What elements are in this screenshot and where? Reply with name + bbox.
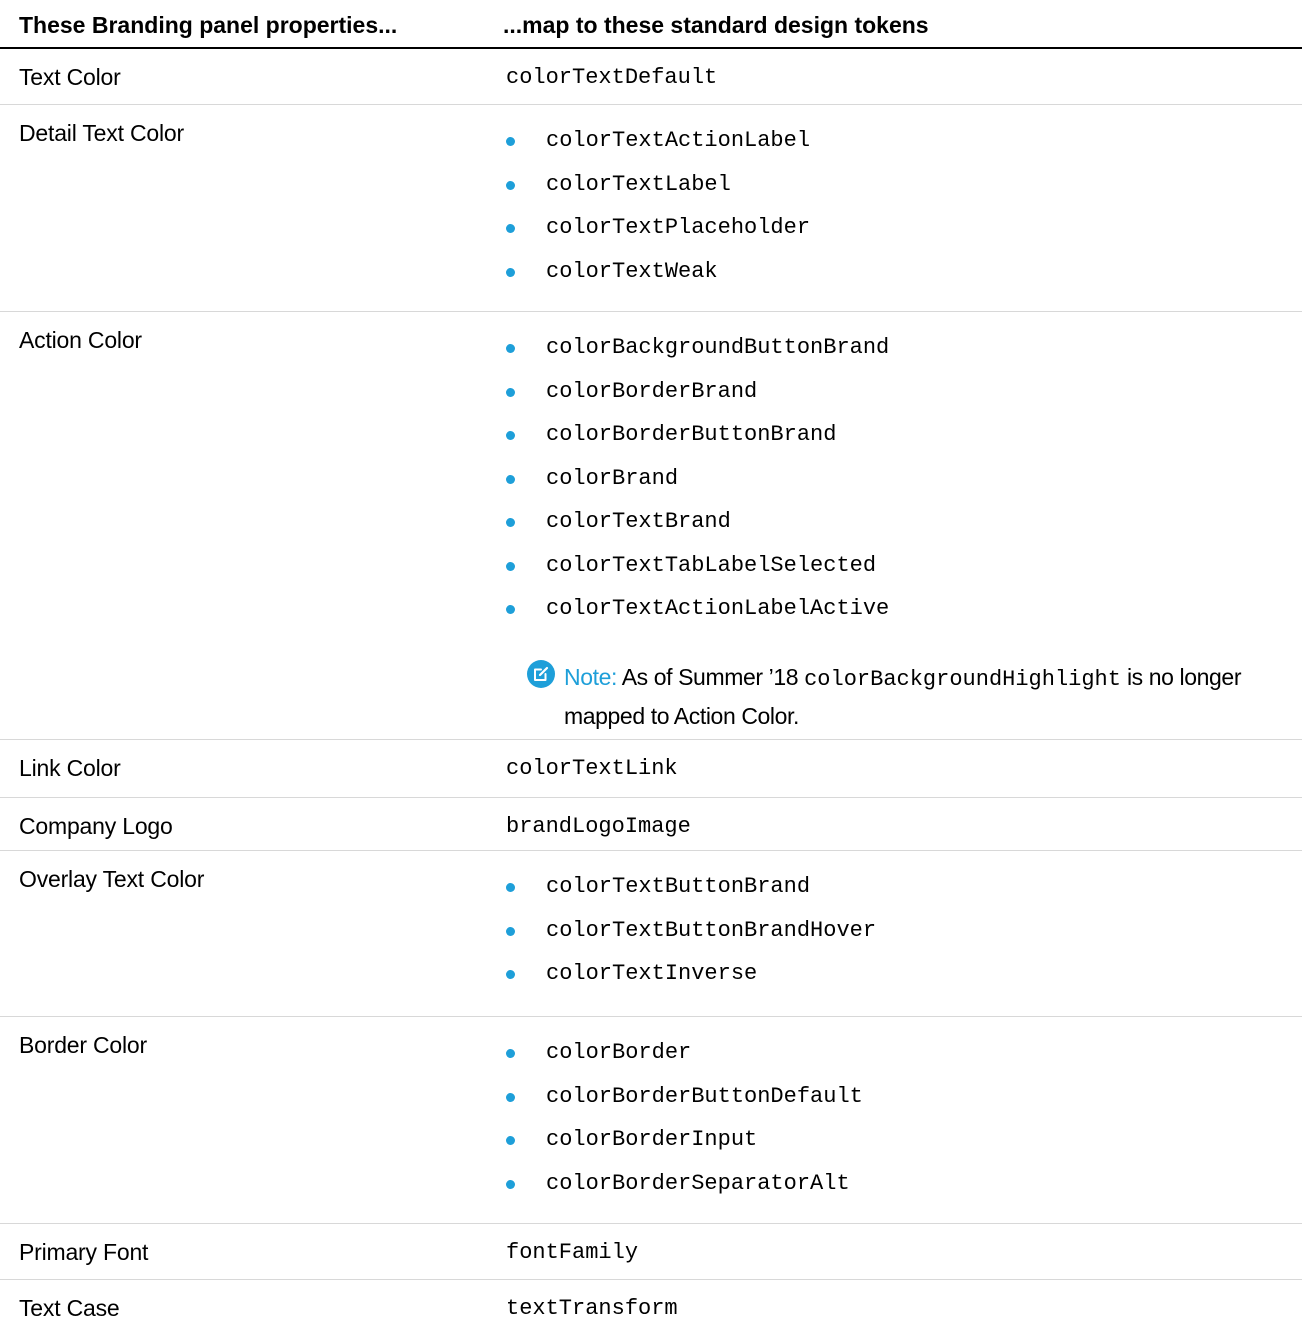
property-label: Border Color [19, 1032, 147, 1058]
token-name: colorBrand [546, 465, 679, 491]
token-name: colorBorderInput [546, 1127, 758, 1152]
token-name: colorTextButtonBrandHover [546, 917, 877, 943]
property-label: Link Color [19, 755, 121, 781]
token-name: colorBackgroundButtonBrand [546, 335, 890, 360]
token-name: colorTextPlaceholder [546, 215, 811, 240]
token-name: colorTextActionLabelActive [546, 596, 890, 621]
table-row: Overlay Text Color colorTextButtonBrand … [0, 851, 1302, 1017]
bullet-icon [506, 431, 515, 440]
token-name: fontFamily [506, 1240, 639, 1265]
token-name: brandLogoImage [506, 814, 691, 839]
token-name: colorBorder [546, 1040, 692, 1065]
bullet-icon [506, 387, 515, 397]
bullet-icon [506, 518, 515, 527]
note-text-line2: mapped to Action Color. [564, 703, 800, 729]
property-label: Text Case [19, 1295, 120, 1321]
property-label: Detail Text Color [19, 120, 184, 146]
bullet-icon [506, 561, 515, 571]
header-branding-properties: These Branding panel properties... [19, 12, 398, 38]
bullet-icon [506, 1179, 515, 1189]
token-name: colorTextLink [506, 756, 678, 781]
property-label: Company Logo [19, 813, 173, 839]
bullet-icon [506, 267, 515, 277]
table-row: Action Color colorBackgroundButtonBrand … [0, 312, 1302, 740]
table-row: Text Color colorTextDefault [0, 49, 1302, 105]
bullet-icon [506, 180, 515, 190]
note-text-after: is no longer [1126, 664, 1242, 690]
note-label: Note: [564, 664, 617, 690]
bullet-icon [506, 1049, 515, 1058]
token-name: colorTextDefault [506, 65, 718, 90]
bullet-icon [506, 970, 515, 979]
bullet-icon [506, 883, 515, 892]
token-name: textTransform [506, 1296, 678, 1321]
token-name: colorBorderButtonDefault [546, 1083, 863, 1109]
property-label: Overlay Text Color [19, 866, 205, 892]
token-name: colorTextTabLabelSelected [546, 552, 877, 578]
token-name: colorBorderSeparatorAlt [546, 1170, 850, 1196]
bullet-icon [506, 1136, 515, 1145]
design-token-mapping-table: These Branding panel properties... ...ma… [0, 0, 1302, 1324]
bullet-icon [506, 137, 515, 146]
table-row: Border Color colorBorder colorBorderButt… [0, 1017, 1302, 1224]
table-row: Link Color colorTextLink [0, 740, 1302, 798]
bullet-icon [506, 224, 515, 233]
token-name: colorTextButtonBrand [546, 874, 811, 899]
bullet-icon [506, 344, 515, 353]
header-design-tokens: ...map to these standard design tokens [503, 12, 929, 38]
table-row: Detail Text Color colorTextActionLabel c… [0, 105, 1302, 312]
bullet-icon [506, 926, 515, 936]
property-label: Text Color [19, 64, 121, 90]
token-name: colorTextActionLabel [546, 128, 811, 153]
edit-note-icon [527, 660, 555, 688]
bullet-icon [506, 605, 515, 614]
bullet-icon [506, 474, 515, 484]
table-header: These Branding panel properties... ...ma… [0, 0, 1302, 49]
property-label: Action Color [19, 327, 142, 353]
note-text-before: As of Summer ’18 [621, 664, 799, 690]
token-name: colorBorderButtonBrand [546, 422, 837, 447]
note-code: colorBackgroundHighlight [804, 667, 1121, 692]
property-label: Primary Font [19, 1239, 149, 1265]
token-name: colorTextWeak [546, 258, 718, 284]
table-row: Primary Font fontFamily [0, 1224, 1302, 1280]
token-name: colorTextBrand [546, 509, 731, 534]
token-name: colorTextInverse [546, 961, 758, 986]
table-row: Company Logo brandLogoImage [0, 798, 1302, 851]
token-name: colorTextLabel [546, 171, 731, 197]
note-text: Note: As of Summer ’18 colorBackgroundHi… [564, 659, 1302, 735]
bullet-icon [506, 1092, 515, 1102]
token-name: colorBorderBrand [546, 378, 758, 404]
table-row: Text Case textTransform [0, 1280, 1302, 1324]
